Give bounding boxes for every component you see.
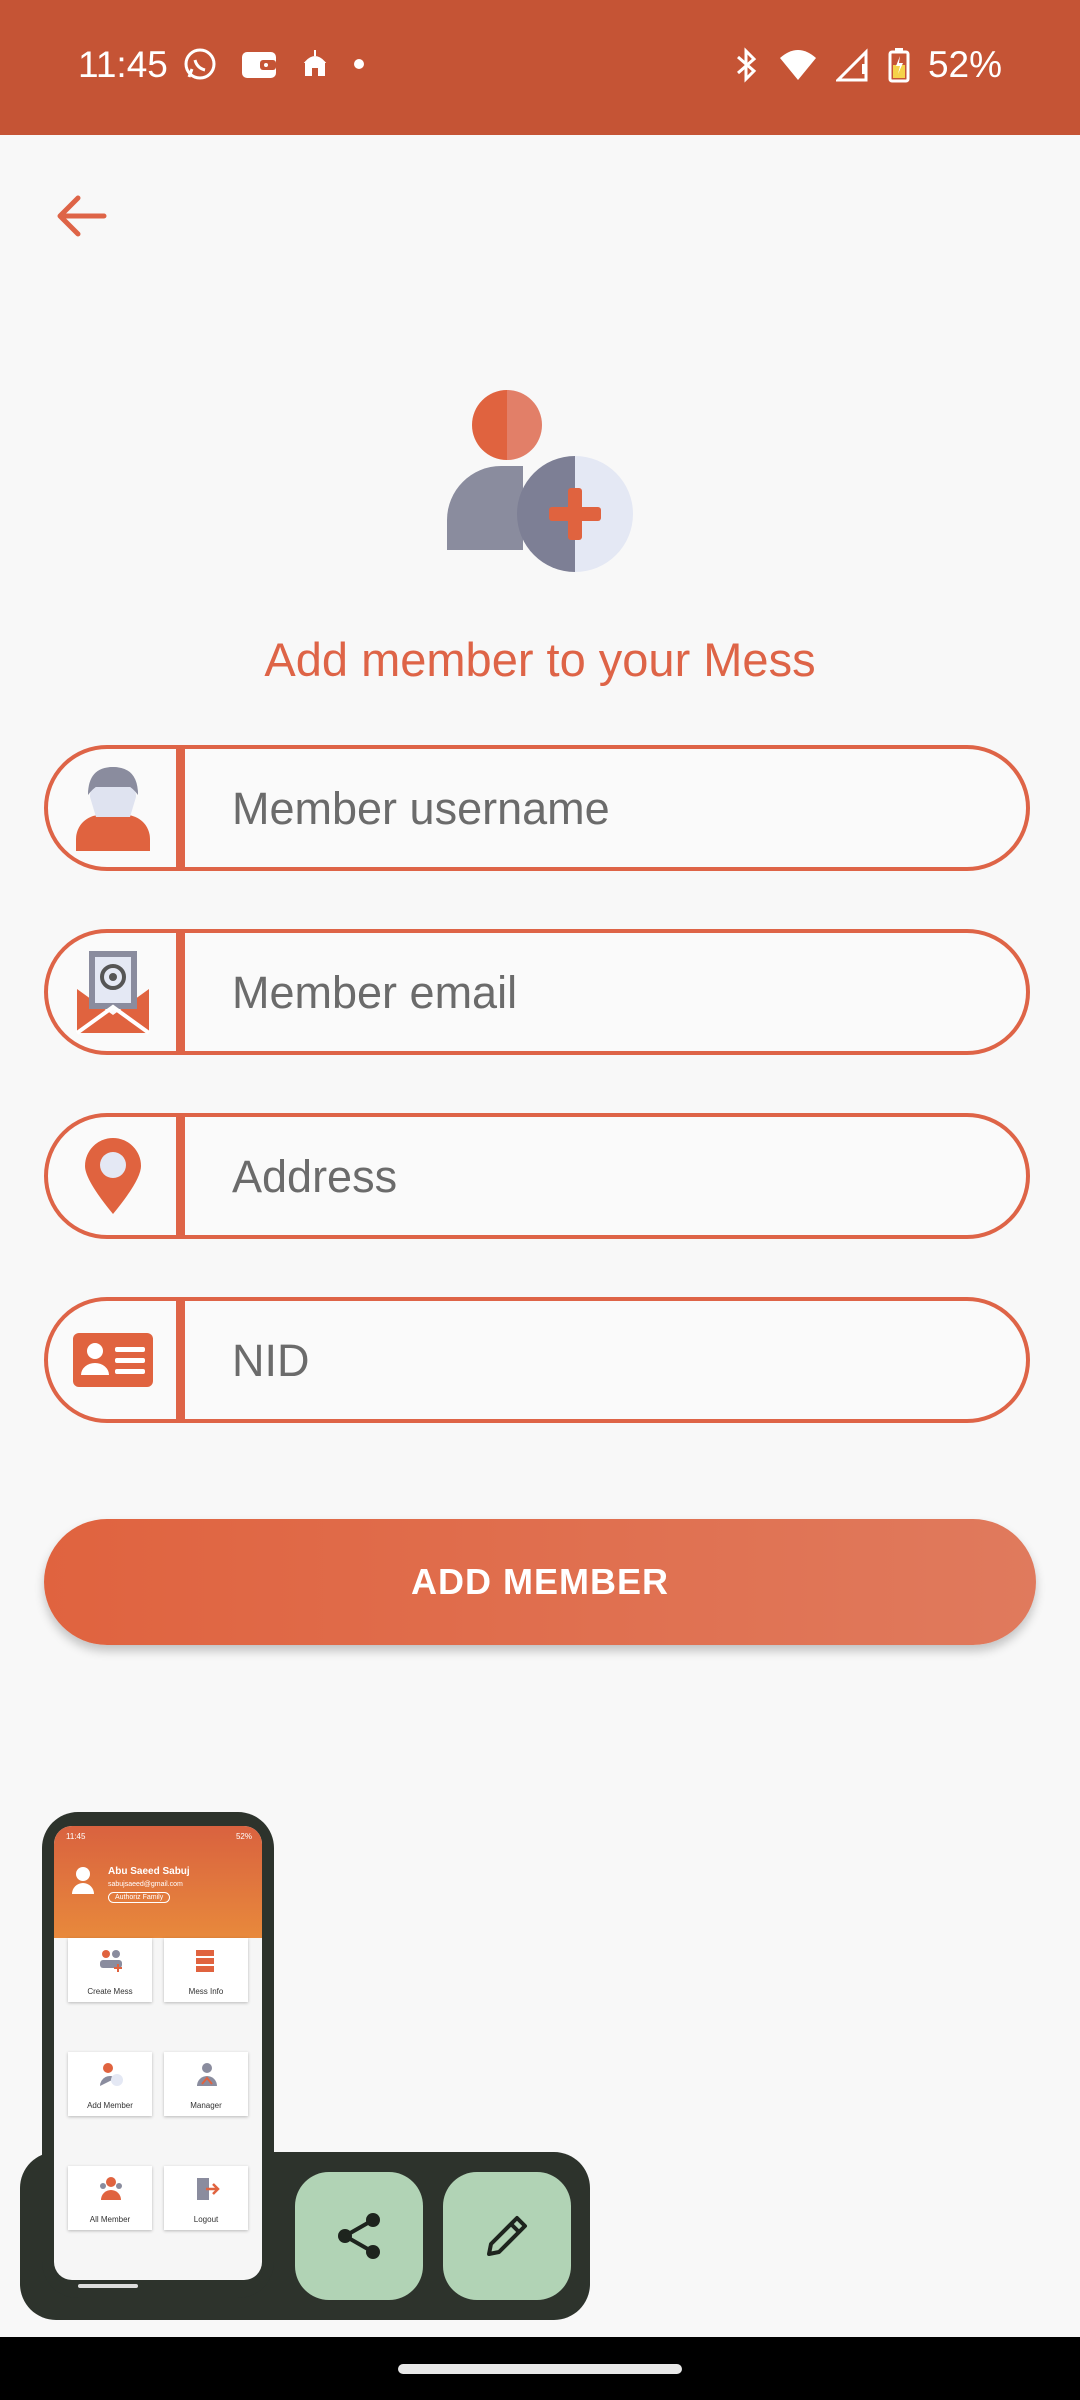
- battery-icon: [888, 48, 910, 83]
- page-title: Add member to your Mess: [264, 633, 816, 686]
- arrow-left-icon: [57, 195, 107, 237]
- address-input[interactable]: [230, 1117, 996, 1235]
- mosque-icon: [303, 50, 327, 76]
- preview-home-indicator: [78, 2284, 138, 2288]
- mess-info-icon: [196, 1950, 214, 1972]
- all-members-icon: [100, 2177, 122, 2200]
- notification-icons: [182, 46, 366, 82]
- preview-card: All Member: [68, 2166, 152, 2230]
- share-button[interactable]: [295, 2172, 423, 2300]
- id-card-icon: [73, 1333, 153, 1387]
- email-icon: [75, 951, 151, 1035]
- location-pin-icon: [85, 1138, 141, 1214]
- back-button[interactable]: [52, 186, 112, 246]
- username-field[interactable]: [44, 745, 1030, 871]
- status-time: 11:45: [78, 44, 168, 85]
- share-icon: [338, 2213, 380, 2259]
- user-icon: [76, 767, 150, 851]
- dot-icon: [354, 59, 364, 69]
- whatsapp-icon: [184, 48, 216, 80]
- edit-button[interactable]: [443, 2172, 571, 2300]
- wallet-icon: [242, 52, 276, 78]
- add-member-button[interactable]: ADD MEMBER: [44, 1519, 1036, 1645]
- create-mess-icon: [100, 1950, 122, 1972]
- pencil-icon: [487, 2216, 527, 2256]
- username-input[interactable]: [230, 749, 996, 867]
- system-icons: 52%: [732, 44, 1002, 86]
- preview-card: Manager: [164, 2052, 248, 2116]
- preview-avatar-icon: [72, 1867, 94, 1894]
- manager-icon: [197, 2063, 217, 2086]
- preview-card: Logout: [164, 2166, 248, 2230]
- email-input[interactable]: [230, 933, 996, 1051]
- preview-card: Add Member: [68, 2052, 152, 2116]
- signal-icon: [835, 48, 868, 82]
- preview-card: Mess Info: [164, 1938, 248, 2002]
- nid-field[interactable]: [44, 1297, 1030, 1423]
- email-field[interactable]: [44, 929, 1030, 1055]
- logout-icon: [197, 2178, 220, 2200]
- preview-card: Create Mess: [68, 1938, 152, 2002]
- preview-user-name: Abu Saeed Sabuj: [108, 1866, 190, 1877]
- preview-role-badge: Authoriz Family: [108, 1892, 171, 1903]
- add-member-small-icon: [100, 2063, 123, 2086]
- home-gesture-handle[interactable]: [398, 2364, 682, 2374]
- status-bar: 11:45 52%: [0, 0, 1080, 135]
- preview-status-battery: 52%: [235, 1832, 252, 1841]
- preview-status-time: 11:45: [66, 1832, 86, 1841]
- nid-input[interactable]: [230, 1301, 996, 1419]
- preview-user-email: sabujsaeed@gmail.com: [108, 1881, 183, 1888]
- battery-percent: 52%: [927, 44, 1002, 85]
- bluetooth-icon: [736, 47, 757, 83]
- add-member-icon: [447, 390, 633, 572]
- wifi-icon: [779, 50, 816, 80]
- address-field[interactable]: [44, 1113, 1030, 1239]
- screenshot-preview[interactable]: 11:45 52% Abu Saeed Sabuj sabujsaeed@gma…: [54, 1826, 262, 2280]
